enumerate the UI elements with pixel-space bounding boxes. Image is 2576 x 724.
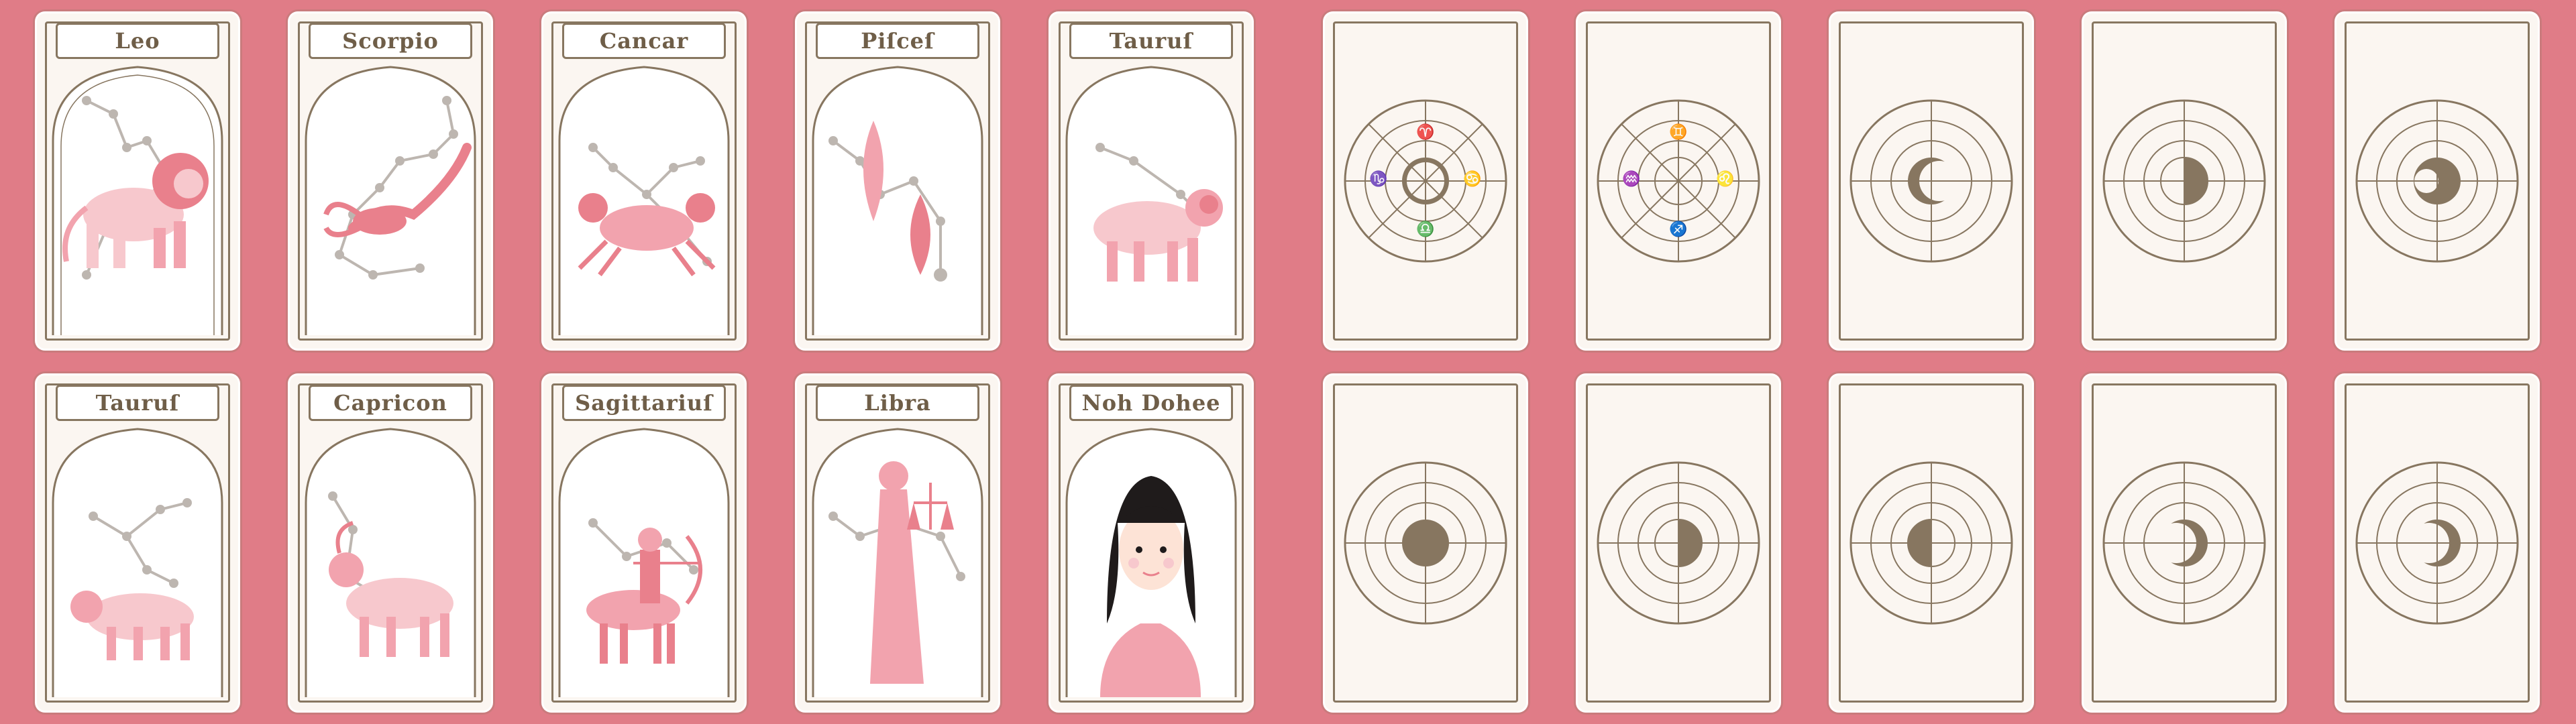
card-title: Scorpio	[309, 23, 472, 59]
card-title: Cancar	[562, 23, 726, 59]
card-title: Libra	[816, 385, 979, 421]
centaur-illustration	[558, 428, 730, 697]
card-board: Leo Scorpio Cancar Piſceſ Tauruſ Tauruſ …	[0, 0, 2576, 724]
card-title: Noh Dohee	[1069, 385, 1233, 421]
svg-text:♊: ♊	[1669, 123, 1687, 141]
zodiac-wheel-icon	[2102, 99, 2266, 263]
zodiac-wheel-icon: ♈ ♋ ♎ ♑	[1344, 99, 1507, 263]
zodiac-back-card[interactable]	[2337, 375, 2538, 711]
lady-with-scales-illustration	[812, 428, 983, 697]
goat-illustration	[305, 428, 476, 697]
bull-illustration	[52, 428, 223, 697]
zodiac-wheel-icon	[2355, 461, 2519, 625]
zodiac-back-card[interactable]	[2084, 375, 2285, 711]
zodiac-back-card[interactable]	[1578, 375, 1779, 711]
card-title: Leo	[56, 23, 219, 59]
libra-card[interactable]: Libra	[797, 375, 998, 711]
zodiac-back-card[interactable]	[2337, 13, 2538, 349]
zodiac-wheel-icon	[2102, 461, 2266, 625]
svg-text:♒: ♒	[1622, 170, 1640, 188]
zodiac-back-card[interactable]	[2084, 13, 2285, 349]
lion-illustration	[52, 66, 223, 335]
portrait-illustration	[1065, 428, 1237, 697]
taurus-bull-card[interactable]: Tauruſ	[37, 375, 238, 711]
capricorn-card[interactable]: Capricon	[290, 375, 491, 711]
card-title: Piſceſ	[816, 23, 979, 59]
portrait-card[interactable]: Noh Dohee	[1051, 375, 1252, 711]
zodiac-wheel-icon: ♊ ♌ ♐ ♒	[1597, 99, 1760, 263]
zodiac-back-card[interactable]: ♈ ♋ ♎ ♑	[1325, 13, 1526, 349]
svg-text:♋: ♋	[1463, 170, 1481, 188]
zodiac-back-card[interactable]	[1325, 375, 1526, 711]
zodiac-wheel-icon	[2355, 99, 2519, 263]
scorpion-illustration	[305, 66, 476, 335]
ram-illustration	[1065, 66, 1237, 335]
taurus-ram-card[interactable]: Tauruſ	[1051, 13, 1252, 349]
zodiac-back-card[interactable]	[1831, 375, 2032, 711]
svg-text:♎: ♎	[1416, 221, 1434, 238]
card-title: Capricon	[309, 385, 472, 421]
cancer-card[interactable]: Cancar	[543, 13, 745, 349]
svg-text:♑: ♑	[1369, 170, 1387, 188]
zodiac-back-card[interactable]: ♊ ♌ ♐ ♒	[1578, 13, 1779, 349]
zodiac-wheel-icon	[1849, 461, 2013, 625]
svg-text:♐: ♐	[1669, 221, 1687, 238]
svg-text:♌: ♌	[1716, 170, 1734, 188]
card-title: Tauruſ	[1069, 23, 1233, 59]
card-title: Sagittariuſ	[562, 385, 726, 421]
zodiac-wheel-icon	[1344, 461, 1507, 625]
zodiac-back-card[interactable]	[1831, 13, 2032, 349]
sagittarius-card[interactable]: Sagittariuſ	[543, 375, 745, 711]
svg-text:♈: ♈	[1416, 123, 1434, 141]
card-title: Tauruſ	[56, 385, 219, 421]
leo-card[interactable]: Leo	[37, 13, 238, 349]
fish-illustration	[812, 66, 983, 335]
zodiac-wheel-icon	[1849, 99, 2013, 263]
zodiac-wheel-icon	[1597, 461, 1760, 625]
crab-illustration	[558, 66, 730, 335]
scorpio-card[interactable]: Scorpio	[290, 13, 491, 349]
pisces-card[interactable]: Piſceſ	[797, 13, 998, 349]
